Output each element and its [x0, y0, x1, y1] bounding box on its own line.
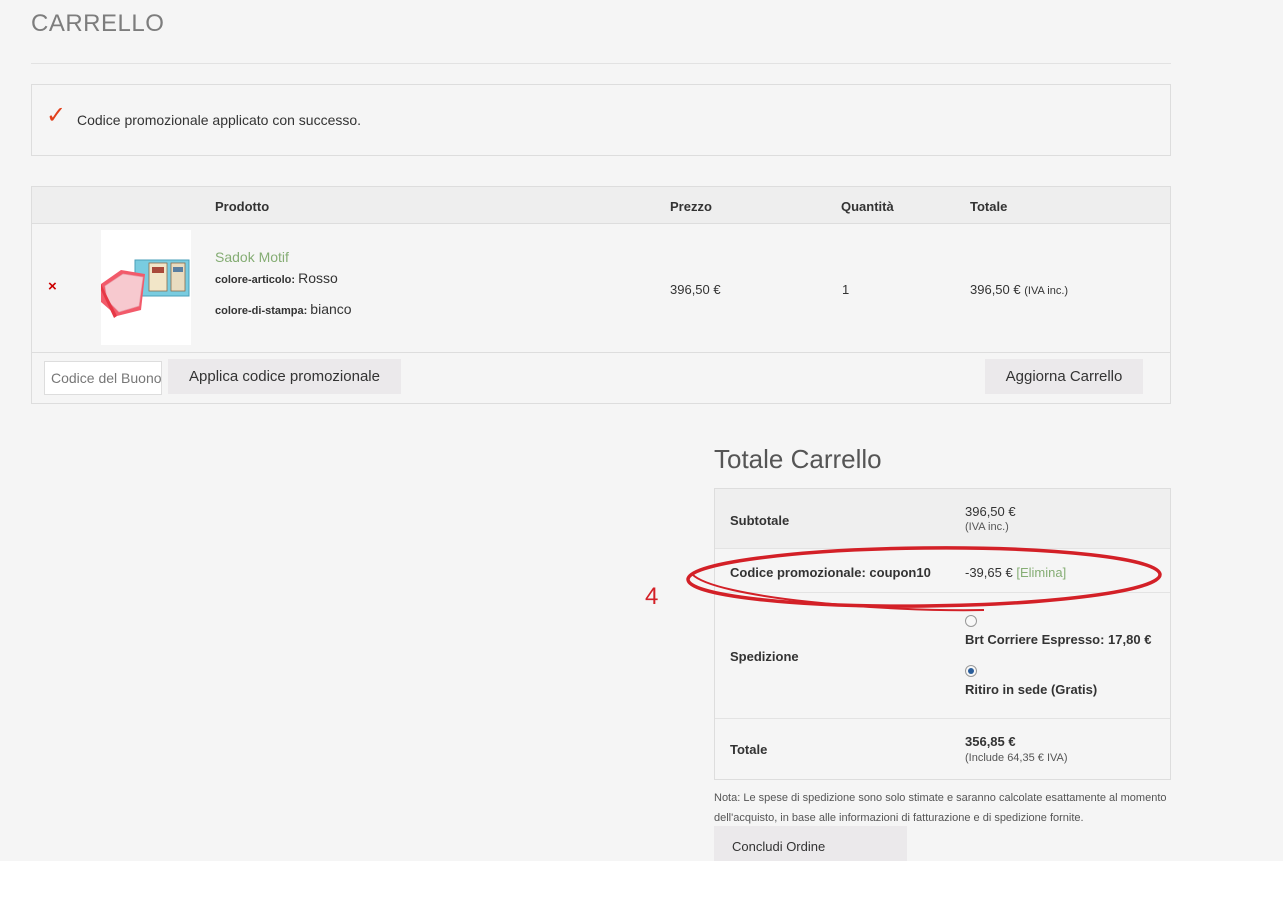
update-cart-button[interactable]: Aggiorna Carrello: [985, 359, 1143, 394]
apply-coupon-button[interactable]: Applica codice promozionale: [168, 359, 401, 394]
subtotal-tax-note: (IVA inc.): [965, 521, 1009, 533]
page-title: CARRELLO: [31, 10, 165, 37]
attribute-label: colore-articolo:: [215, 274, 296, 286]
attribute-label: colore-di-stampa:: [215, 305, 308, 317]
shipping-option-courier[interactable]: Brt Corriere Espresso: 17,80 €: [965, 632, 1151, 647]
shipping-radio-courier[interactable]: [965, 615, 977, 627]
item-total: 396,50 € (IVA inc.): [970, 282, 1068, 297]
check-icon: ✓: [46, 102, 67, 129]
cart-totals-table: Subtotale 396,50 € (IVA inc.) Codice pro…: [714, 488, 1171, 780]
item-total-tax-note: (IVA inc.): [1024, 285, 1069, 297]
cart-totals-title: Totale Carrello: [714, 444, 882, 474]
title-divider: [31, 63, 1171, 64]
shipping-note: Nota: Le spese di spedizione sono solo s…: [714, 792, 1167, 824]
subtotal-label: Subtotale: [730, 513, 790, 528]
cart-table-header: Prodotto Prezzo Quantità Totale: [32, 187, 1170, 224]
product-name-link[interactable]: Sadok Motif: [215, 249, 289, 265]
annotation-ellipse: [686, 546, 1162, 612]
product-attribute-color: colore-articolo: Rosso: [215, 270, 338, 286]
order-total-tax-note: (Include 64,35 € IVA): [965, 752, 1068, 764]
success-notice: ✓ Codice promozionale applicato con succ…: [31, 84, 1171, 156]
item-total-value: 396,50 €: [970, 282, 1021, 297]
subtotal-value: 396,50 €: [965, 504, 1016, 519]
checkout-button-label: Concludi Ordine: [732, 839, 826, 854]
header-price: Prezzo: [670, 199, 712, 214]
cart-table: Prodotto Prezzo Quantità Totale × Sadok …: [31, 186, 1171, 404]
annotation-number: 4: [645, 583, 659, 610]
shipping-option-pickup[interactable]: Ritiro in sede (Gratis): [965, 682, 1097, 697]
subtotal-row: Subtotale 396,50 € (IVA inc.): [715, 489, 1170, 549]
item-price: 396,50 €: [670, 282, 721, 297]
checkout-button[interactable]: Concludi Ordine: [714, 826, 907, 861]
shipping-radio-pickup[interactable]: [965, 665, 977, 677]
order-total-row: Totale 356,85 € (Include 64,35 € IVA): [715, 719, 1170, 779]
product-attribute-print-color: colore-di-stampa: bianco: [215, 301, 352, 317]
header-product: Prodotto: [215, 199, 270, 214]
notice-message: Codice promozionale applicato con succes…: [77, 112, 362, 128]
product-thumbnail[interactable]: [101, 230, 191, 345]
order-total-label: Totale: [730, 742, 768, 757]
shipping-label: Spedizione: [730, 649, 799, 664]
attribute-value: Rosso: [298, 270, 338, 286]
item-quantity[interactable]: 1: [842, 282, 849, 297]
attribute-value: bianco: [310, 301, 352, 317]
header-quantity: Quantità: [841, 199, 894, 214]
header-total: Totale: [970, 199, 1008, 214]
order-total-value: 356,85 €: [965, 734, 1016, 749]
coupon-code-input[interactable]: Codice del Buono: [44, 361, 162, 395]
row-divider: [32, 352, 1170, 353]
remove-item-icon[interactable]: ×: [48, 278, 57, 295]
